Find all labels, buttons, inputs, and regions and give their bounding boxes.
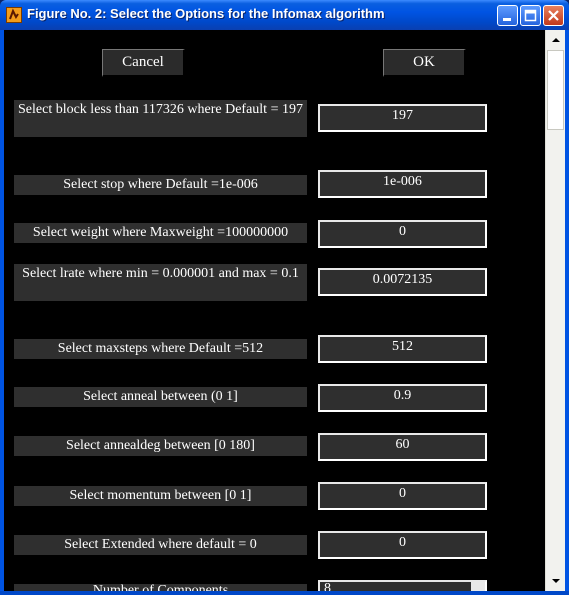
option-label-extended: Select Extended where default = 0 — [14, 535, 307, 555]
scrollbar-thumb[interactable] — [547, 50, 564, 130]
option-label-annealdeg: Select annealdeg between [0 180] — [14, 436, 307, 456]
option-field-maxsteps[interactable]: 512 — [318, 335, 487, 363]
vertical-scrollbar[interactable] — [545, 30, 565, 591]
option-field-block[interactable]: 197 — [318, 104, 487, 132]
matlab-figure-icon[interactable] — [6, 7, 22, 23]
close-button[interactable] — [543, 5, 564, 26]
option-label-stop: Select stop where Default =1e-006 — [14, 175, 307, 195]
arrow-down-icon[interactable] — [549, 574, 563, 588]
maximize-button[interactable] — [520, 5, 541, 26]
window-title: Figure No. 2: Select the Options for the… — [27, 6, 385, 21]
option-field-weight[interactable]: 0 — [318, 220, 487, 248]
option-label-lrate: Select lrate where min = 0.000001 and ma… — [14, 264, 307, 301]
components-dropdown-arrow[interactable] — [471, 582, 485, 591]
option-field-anneal[interactable]: 0.9 — [318, 384, 487, 412]
option-field-stop[interactable]: 1e-006 — [318, 170, 487, 198]
close-icon — [548, 10, 559, 21]
option-label-maxsteps: Select maxsteps where Default =512 — [14, 339, 307, 359]
figure-window: Figure No. 2: Select the Options for the… — [0, 0, 569, 595]
option-field-extended[interactable]: 0 — [318, 531, 487, 559]
arrow-up-icon[interactable] — [549, 33, 563, 47]
ok-button[interactable]: OK — [383, 49, 466, 77]
maximize-icon — [524, 9, 537, 22]
window-border-right — [565, 30, 569, 595]
option-field-components[interactable]: 8 — [318, 580, 487, 591]
option-label-weight: Select weight where Maxweight =100000000 — [14, 223, 307, 243]
cancel-button[interactable]: Cancel — [102, 49, 185, 77]
option-label-anneal: Select anneal between (0 1] — [14, 387, 307, 407]
option-label-momentum: Select momentum between [0 1] — [14, 486, 307, 506]
option-field-momentum[interactable]: 0 — [318, 482, 487, 510]
minimize-button[interactable] — [497, 5, 518, 26]
window-border-bottom — [0, 591, 569, 595]
option-field-annealdeg[interactable]: 60 — [318, 433, 487, 461]
components-value: 8 — [324, 581, 331, 591]
minimize-icon — [503, 18, 511, 21]
title-bar[interactable]: Figure No. 2: Select the Options for the… — [0, 0, 569, 30]
option-label-block: Select block less than 117326 where Defa… — [14, 100, 307, 137]
option-label-components: Number of Components — [14, 584, 307, 591]
option-field-lrate[interactable]: 0.0072135 — [318, 268, 487, 296]
